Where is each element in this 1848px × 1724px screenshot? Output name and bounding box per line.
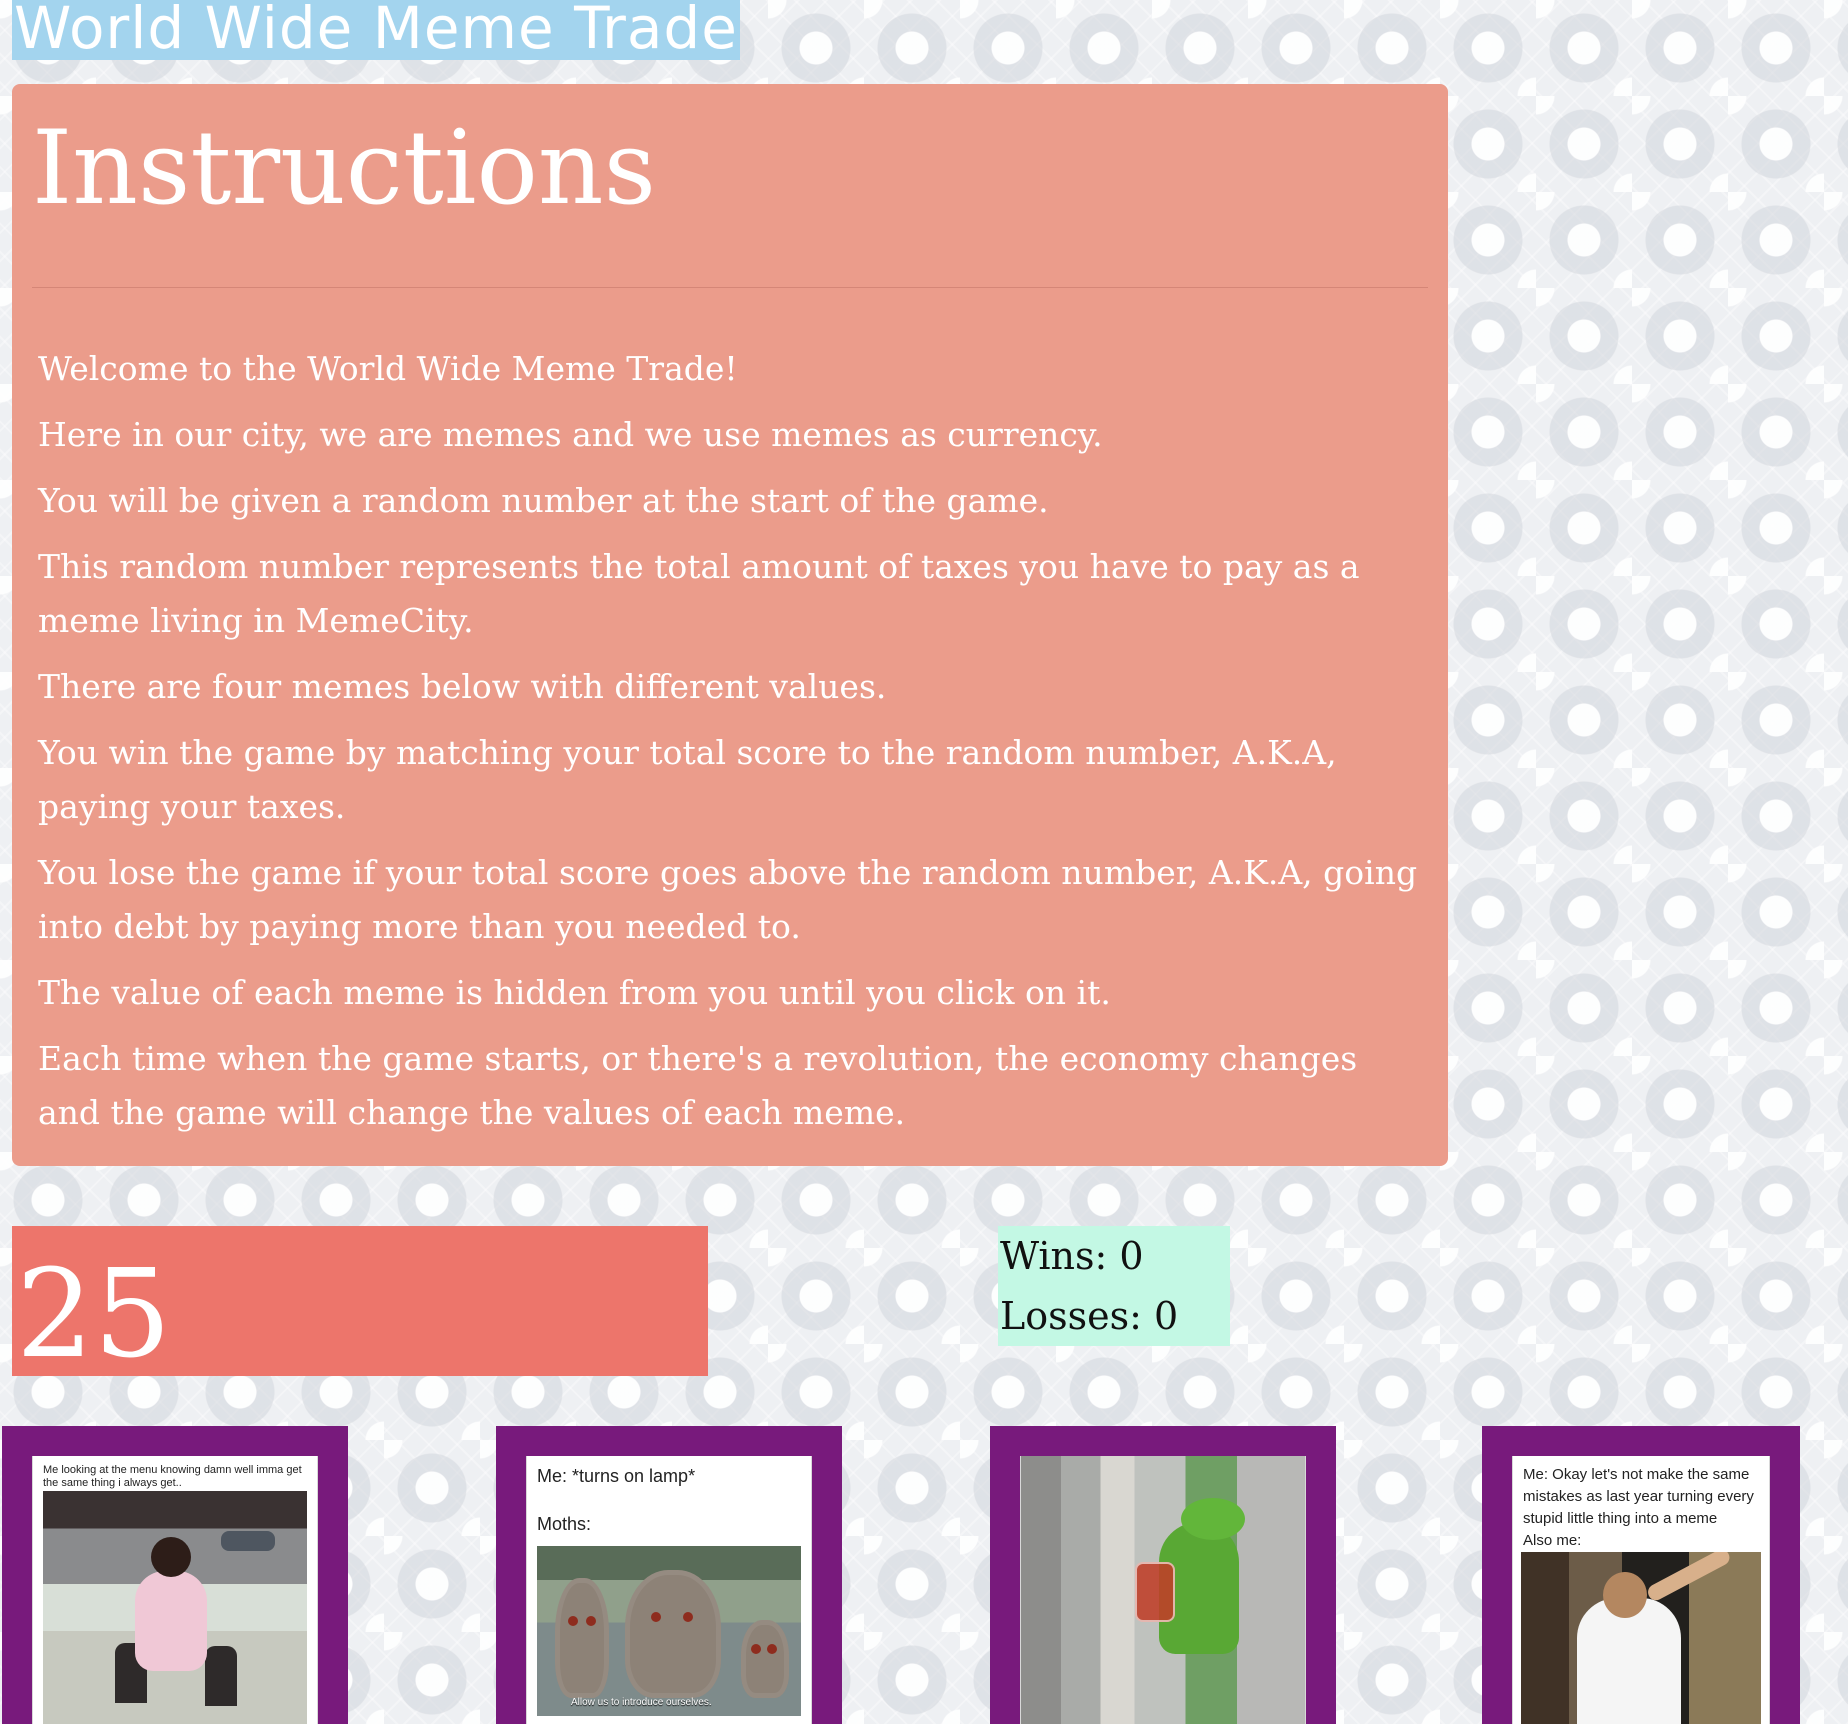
meme-card-4-head xyxy=(1603,1572,1647,1618)
meme-card-4-image[interactable]: Me: Okay let's not make the same mistake… xyxy=(1512,1456,1770,1724)
meme-card-2-overlay-text: Allow us to introduce ourselves. xyxy=(571,1697,712,1708)
instructions-panel: Instructions Welcome to the World Wide M… xyxy=(12,84,1448,1166)
instruction-line: The value of each meme is hidden from yo… xyxy=(38,973,1111,1012)
meme-card-1[interactable]: Me looking at the menu knowing damn well… xyxy=(2,1426,348,1724)
meme-card-1-person xyxy=(135,1571,207,1671)
instruction-line: You win the game by matching your total … xyxy=(38,733,1337,826)
meme-card-2-eye xyxy=(683,1612,693,1622)
meme-card-2-caption: Me: *turns on lamp* Moths: xyxy=(537,1466,696,1534)
site-title: World Wide Meme Trade xyxy=(12,0,740,62)
instruction-line: This random number represents the total … xyxy=(38,547,1360,640)
scoreboard: Wins: 0 Losses: 0 xyxy=(998,1226,1230,1346)
meme-card-2-eye xyxy=(586,1616,596,1626)
meme-card-4[interactable]: Me: Okay let's not make the same mistake… xyxy=(1482,1426,1800,1724)
meme-card-2-eye xyxy=(751,1644,761,1654)
meme-card-3-photo xyxy=(1021,1456,1305,1724)
meme-card-2-eye xyxy=(651,1612,661,1622)
target-number-box: 25 xyxy=(12,1226,708,1376)
meme-card-2-photo: Allow us to introduce ourselves. xyxy=(537,1546,801,1716)
instruction-line: You will be given a random number at the… xyxy=(38,481,1049,520)
meme-card-1-photo xyxy=(43,1491,307,1724)
meme-card-4-arm xyxy=(1645,1552,1733,1604)
instructions-heading: Instructions xyxy=(32,109,656,228)
meme-card-2-eye xyxy=(767,1644,777,1654)
meme-card-3-tea-glass xyxy=(1135,1562,1175,1622)
meme-card-4-caption: Me: Okay let's not make the same mistake… xyxy=(1523,1466,1754,1549)
instructions-body: Welcome to the World Wide Meme Trade! He… xyxy=(38,342,1428,1152)
instruction-line: There are four memes below with differen… xyxy=(38,667,887,706)
instruction-line: Here in our city, we are memes and we us… xyxy=(38,415,1103,454)
meme-card-2-image[interactable]: Me: *turns on lamp* Moths: Allow us to i… xyxy=(526,1456,812,1724)
instruction-line: Welcome to the World Wide Meme Trade! xyxy=(38,349,738,388)
meme-card-4-photo xyxy=(1521,1552,1761,1724)
losses-counter: Losses: 0 xyxy=(1000,1294,1179,1338)
target-number: 25 xyxy=(16,1243,172,1376)
meme-card-2-moth-right xyxy=(741,1620,789,1698)
meme-card-3-frog-head xyxy=(1181,1498,1245,1540)
meme-card-2[interactable]: Me: *turns on lamp* Moths: Allow us to i… xyxy=(496,1426,842,1724)
instruction-line: You lose the game if your total score go… xyxy=(38,853,1418,946)
meme-card-2-moth-left xyxy=(555,1578,609,1698)
meme-card-1-car xyxy=(221,1531,275,1551)
meme-card-3-image[interactable] xyxy=(1020,1456,1306,1724)
wins-counter: Wins: 0 xyxy=(1000,1234,1144,1278)
instruction-line: Each time when the game starts, or there… xyxy=(38,1039,1358,1132)
meme-card-1-caption: Me looking at the menu knowing damn well… xyxy=(43,1464,302,1489)
meme-card-1-head xyxy=(151,1537,191,1577)
meme-card-2-eye xyxy=(568,1616,578,1626)
meme-card-3[interactable] xyxy=(990,1426,1336,1724)
meme-card-1-image[interactable]: Me looking at the menu knowing damn well… xyxy=(32,1456,318,1724)
meme-card-2-moth-center xyxy=(625,1570,721,1698)
instructions-divider xyxy=(32,287,1428,288)
